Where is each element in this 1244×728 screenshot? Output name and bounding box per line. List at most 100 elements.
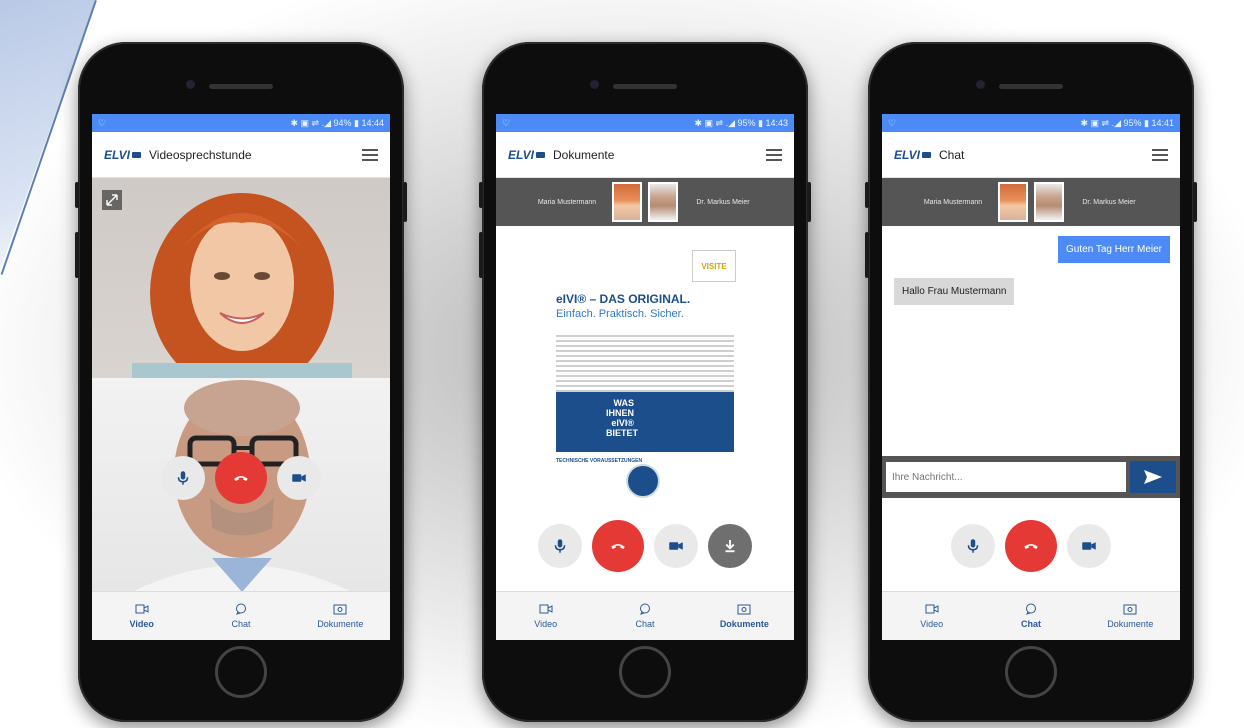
download-button[interactable]: [708, 524, 752, 568]
front-camera: [186, 80, 195, 89]
app-bar: ELVI Dokumente: [496, 132, 794, 178]
documents-tab-icon: [737, 604, 751, 615]
tab-bar: Video Chat Dokumente: [882, 591, 1180, 640]
phone-documents: ♡ ✱ ▣ ⇌ .◢ 95% ▮ 14:43 ELVI Dokumente Ma…: [479, 42, 811, 722]
elvi-logo: ELVI: [894, 148, 932, 162]
participant-doctor-name: Dr. Markus Meier: [1082, 198, 1136, 206]
tab-label: Video: [920, 619, 944, 629]
tab-chat[interactable]: Chat: [191, 592, 290, 640]
home-button[interactable]: [619, 646, 671, 698]
video-tab-icon: [135, 604, 149, 614]
camera-button[interactable]: [1067, 524, 1111, 568]
status-left: ♡: [888, 117, 897, 128]
logo-camera-icon: [536, 151, 546, 158]
home-button[interactable]: [1005, 646, 1057, 698]
mic-button[interactable]: [951, 524, 995, 568]
phone-chat: ♡ ✱ ▣ ⇌ .◢ 95% ▮ 14:41 ELVI Chat Maria M…: [865, 42, 1197, 722]
hangup-icon: [1024, 544, 1038, 549]
phone-speaker: [613, 84, 677, 89]
phone-side-button: [75, 182, 79, 208]
page-title: Videosprechstunde: [149, 147, 252, 162]
expand-icon[interactable]: [102, 190, 122, 210]
tab-bar: Video Chat Dokumente: [92, 591, 390, 640]
hangup-icon: [611, 544, 625, 549]
tab-label: Dokumente: [719, 619, 769, 629]
document-heading: eIVI® – DAS ORIGINAL.: [556, 292, 691, 306]
document-viewer[interactable]: VISITE eIVI® – DAS ORIGINAL. Einfach. Pr…: [496, 226, 794, 512]
tab-documents[interactable]: Dokumente: [1081, 592, 1180, 640]
tab-label: Chat: [1020, 619, 1041, 629]
phone-side-button: [479, 182, 483, 208]
document-highlight-box: WAS IHNEN eIVI® BIETET: [556, 392, 734, 452]
tab-documents[interactable]: Dokumente: [695, 592, 794, 640]
menu-icon[interactable]: [362, 148, 378, 161]
elvi-logo: ELVI: [508, 148, 546, 162]
mic-button[interactable]: [161, 456, 205, 500]
documents-tab-icon: [1123, 604, 1137, 615]
front-camera: [590, 80, 599, 89]
woman-portrait: [132, 193, 352, 378]
tab-chat[interactable]: Chat: [981, 592, 1080, 640]
tab-label: Dokumente: [317, 619, 364, 629]
tab-bar: Video Chat Dokumente: [496, 591, 794, 640]
status-bar: ♡ ✱ ▣ ⇌ .◢ 94% ▮ 14:44: [92, 114, 390, 132]
participant-patient-name: Maria Mustermann: [923, 198, 983, 206]
tab-chat[interactable]: Chat: [595, 592, 694, 640]
camera-icon: [1082, 542, 1096, 550]
participant-doctor-avatar: [648, 182, 678, 222]
call-controls: [92, 452, 390, 504]
chat-tab-icon: [235, 603, 246, 615]
phone-side-button: [807, 182, 811, 222]
status-right: ✱ ▣ ⇌ .◢ 95% ▮ 14:43: [694, 117, 789, 128]
participants-bar: Maria Mustermann Dr. Markus Meier: [496, 178, 794, 226]
participant-patient-avatar: [998, 182, 1028, 222]
send-icon: [1144, 470, 1162, 484]
tab-video[interactable]: Video: [882, 592, 981, 640]
document-body-text: [556, 332, 734, 395]
hangup-button[interactable]: [1005, 520, 1057, 572]
phone-speaker: [999, 84, 1063, 89]
hangup-icon: [234, 476, 248, 481]
mic-button[interactable]: [538, 524, 582, 568]
outgoing-message: Guten Tag Herr Meier: [1058, 236, 1170, 263]
logo-camera-icon: [922, 151, 932, 158]
camera-button[interactable]: [277, 456, 321, 500]
mic-icon: [967, 539, 979, 553]
camera-button[interactable]: [654, 524, 698, 568]
video-tab-icon: [925, 604, 939, 614]
home-button[interactable]: [215, 646, 267, 698]
tab-documents[interactable]: Dokumente: [291, 592, 390, 640]
menu-icon[interactable]: [766, 148, 782, 161]
participant-patient-avatar: [612, 182, 642, 222]
video-tab-icon: [539, 604, 553, 614]
tab-video[interactable]: Video: [92, 592, 191, 640]
tab-video[interactable]: Video: [496, 592, 595, 640]
phone-side-button: [865, 182, 869, 208]
status-right: ✱ ▣ ⇌ .◢ 94% ▮ 14:44: [290, 117, 385, 128]
chat-messages: Guten Tag Herr Meier Hallo Frau Musterma…: [882, 226, 1180, 456]
tab-label: Chat: [231, 619, 251, 629]
hangup-button[interactable]: [215, 452, 267, 504]
status-bar: ♡ ✱ ▣ ⇌ .◢ 95% ▮ 14:41: [882, 114, 1180, 132]
screen: ♡ ✱ ▣ ⇌ .◢ 95% ▮ 14:43 ELVI Dokumente Ma…: [496, 114, 794, 640]
chat-tab-icon: [639, 603, 650, 615]
documents-tab-icon: [333, 604, 347, 615]
message-input[interactable]: [886, 462, 1126, 492]
menu-icon[interactable]: [1152, 148, 1168, 161]
phone-side-button: [865, 232, 869, 278]
screen: ♡ ✱ ▣ ⇌ .◢ 94% ▮ 14:44 ELVI Videosprechs…: [92, 114, 390, 640]
document-section-title: TECHNISCHE VORAUSSETZUNGEN: [556, 458, 643, 464]
phone-side-button: [403, 182, 407, 222]
send-button[interactable]: [1130, 461, 1176, 493]
certification-seal: [626, 464, 660, 498]
incoming-message: Hallo Frau Mustermann: [894, 278, 1015, 305]
phone-speaker: [209, 84, 273, 89]
tab-label: Video: [534, 619, 558, 629]
chat-compose-bar: [882, 456, 1180, 498]
call-controls: [882, 520, 1180, 572]
camera-icon: [669, 542, 683, 550]
hangup-button[interactable]: [592, 520, 644, 572]
elvi-logo: ELVI: [104, 148, 142, 162]
tab-label: Video: [129, 619, 154, 629]
page-title: Dokumente: [553, 147, 615, 162]
